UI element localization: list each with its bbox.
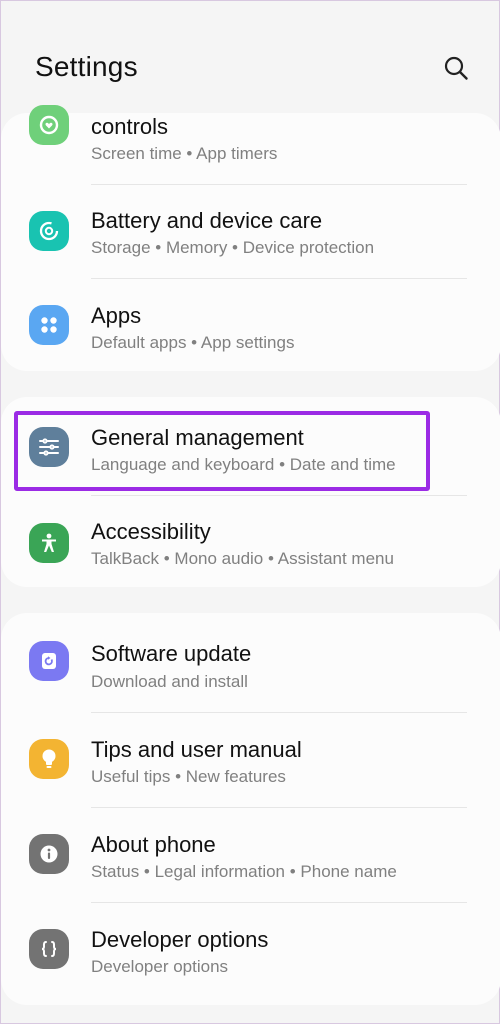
row-subtitle: Language and keyboard • Date and time: [91, 455, 396, 474]
accessibility-icon: [29, 523, 69, 563]
row-subtitle: Status • Legal information • Phone name: [91, 862, 397, 881]
row-title: Apps: [91, 303, 142, 328]
settings-item-battery-device-care[interactable]: Battery and device care Storage • Memory…: [1, 185, 500, 279]
row-title: controls: [91, 114, 169, 139]
row-subtitle: Default apps • App settings: [91, 333, 295, 352]
row-title: Developer options: [91, 927, 269, 952]
search-button[interactable]: [439, 51, 473, 85]
search-icon: [444, 56, 468, 80]
apps-grid-icon: [29, 305, 69, 345]
row-subtitle: Developer options: [91, 957, 229, 976]
settings-item-general-management[interactable]: General management Language and keyboard…: [1, 401, 500, 495]
settings-item-digital-wellbeing[interactable]: controls Screen time • App timers: [1, 101, 500, 185]
settings-item-accessibility[interactable]: Accessibility TalkBack • Mono audio • As…: [1, 496, 500, 587]
heart-circle-icon: [29, 105, 69, 145]
update-icon: [29, 641, 69, 681]
row-subtitle: Download and install: [91, 672, 248, 691]
row-title: Battery and device care: [91, 208, 323, 233]
info-icon: [29, 834, 69, 874]
app-header: Settings: [1, 1, 499, 109]
row-subtitle: Storage • Memory • Device protection: [91, 238, 375, 257]
row-subtitle: Useful tips • New features: [91, 767, 286, 786]
row-title: General management: [91, 425, 304, 450]
settings-item-developer-options[interactable]: Developer options Developer options: [1, 903, 500, 997]
braces-icon: [29, 929, 69, 969]
sliders-icon: [29, 427, 69, 467]
page-title: Settings: [35, 51, 138, 82]
row-title: Accessibility: [91, 519, 211, 544]
device-care-icon: [29, 211, 69, 251]
settings-item-tips-user-manual[interactable]: Tips and user manual Useful tips • New f…: [1, 713, 500, 807]
lightbulb-icon: [29, 739, 69, 779]
settings-item-software-update[interactable]: Software update Download and install: [1, 615, 500, 713]
row-title: Tips and user manual: [91, 737, 302, 762]
row-subtitle: TalkBack • Mono audio • Assistant menu: [91, 549, 394, 568]
row-title: Software update: [91, 641, 252, 666]
row-subtitle: Screen time • App timers: [91, 144, 278, 163]
settings-item-about-phone[interactable]: About phone Status • Legal information •…: [1, 808, 500, 902]
row-title: About phone: [91, 832, 216, 857]
settings-item-apps[interactable]: Apps Default apps • App settings: [1, 279, 500, 371]
